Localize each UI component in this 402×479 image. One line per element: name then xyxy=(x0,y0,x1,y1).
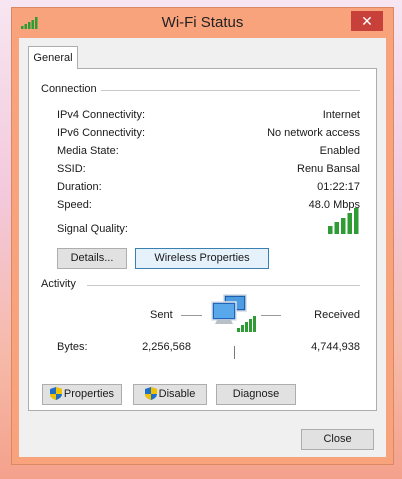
connection-divider xyxy=(99,90,360,91)
uac-shield-icon xyxy=(49,387,62,407)
received-line xyxy=(261,315,281,316)
properties-button[interactable]: Properties xyxy=(42,384,122,405)
dialog-client: General Connection IPv4 Connectivity: In… xyxy=(19,38,386,457)
ssid-label: SSID: xyxy=(57,163,86,175)
speed-label: Speed: xyxy=(57,199,92,211)
connection-group-label: Connection xyxy=(41,83,101,95)
ipv6-label: IPv6 Connectivity: xyxy=(57,127,146,139)
activity-divider xyxy=(87,285,360,286)
bytes-divider xyxy=(234,346,235,359)
received-label: Received xyxy=(314,309,360,321)
ssid-value: Renu Bansal xyxy=(297,163,360,175)
ipv4-label: IPv4 Connectivity: xyxy=(57,109,146,121)
activity-group-label: Activity xyxy=(41,278,80,290)
close-button[interactable]: Close xyxy=(301,429,374,450)
title-close-button[interactable]: ✕ xyxy=(351,11,383,31)
signal-quality-label: Signal Quality: xyxy=(57,223,128,235)
ipv6-value: No network access xyxy=(267,127,360,139)
sent-label: Sent xyxy=(150,309,173,321)
bytes-sent-value: 2,256,568 xyxy=(142,341,191,353)
details-button[interactable]: Details... xyxy=(57,248,127,269)
duration-value: 01:22:17 xyxy=(317,181,360,193)
signal-strength-icon xyxy=(328,208,360,237)
tab-general[interactable]: General xyxy=(28,46,78,69)
sent-line xyxy=(181,315,202,316)
media-state-label: Media State: xyxy=(57,145,119,157)
general-tab-panel: Connection IPv4 Connectivity: Internet I… xyxy=(28,68,377,411)
bytes-label: Bytes: xyxy=(57,341,88,353)
title-bar[interactable]: Wi-Fi Status ✕ xyxy=(12,8,393,38)
wifi-status-window: Wi-Fi Status ✕ General Connection IPv4 C… xyxy=(11,7,394,465)
diagnose-button[interactable]: Diagnose xyxy=(216,384,296,405)
window-title: Wi-Fi Status xyxy=(161,14,244,31)
network-computers-icon xyxy=(211,294,259,343)
bytes-received-value: 4,744,938 xyxy=(311,341,360,353)
ipv4-value: Internet xyxy=(322,109,360,121)
uac-shield-icon xyxy=(144,387,157,407)
duration-label: Duration: xyxy=(57,181,102,193)
media-state-value: Enabled xyxy=(319,145,360,157)
properties-button-label: Properties xyxy=(63,388,115,400)
disable-button-label: Disable xyxy=(158,388,196,400)
disable-button[interactable]: Disable xyxy=(133,384,207,405)
wireless-properties-button[interactable]: Wireless Properties xyxy=(135,248,269,269)
